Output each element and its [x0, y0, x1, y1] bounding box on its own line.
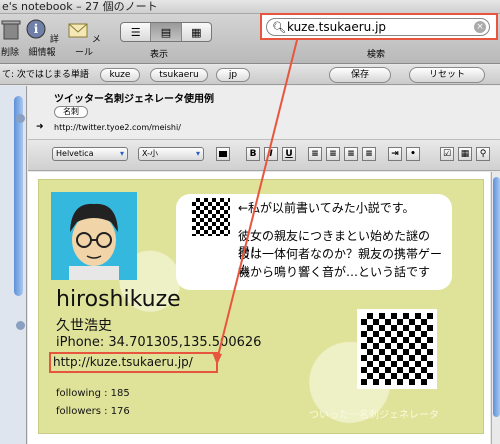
annotation-arrow — [212, 39, 298, 365]
